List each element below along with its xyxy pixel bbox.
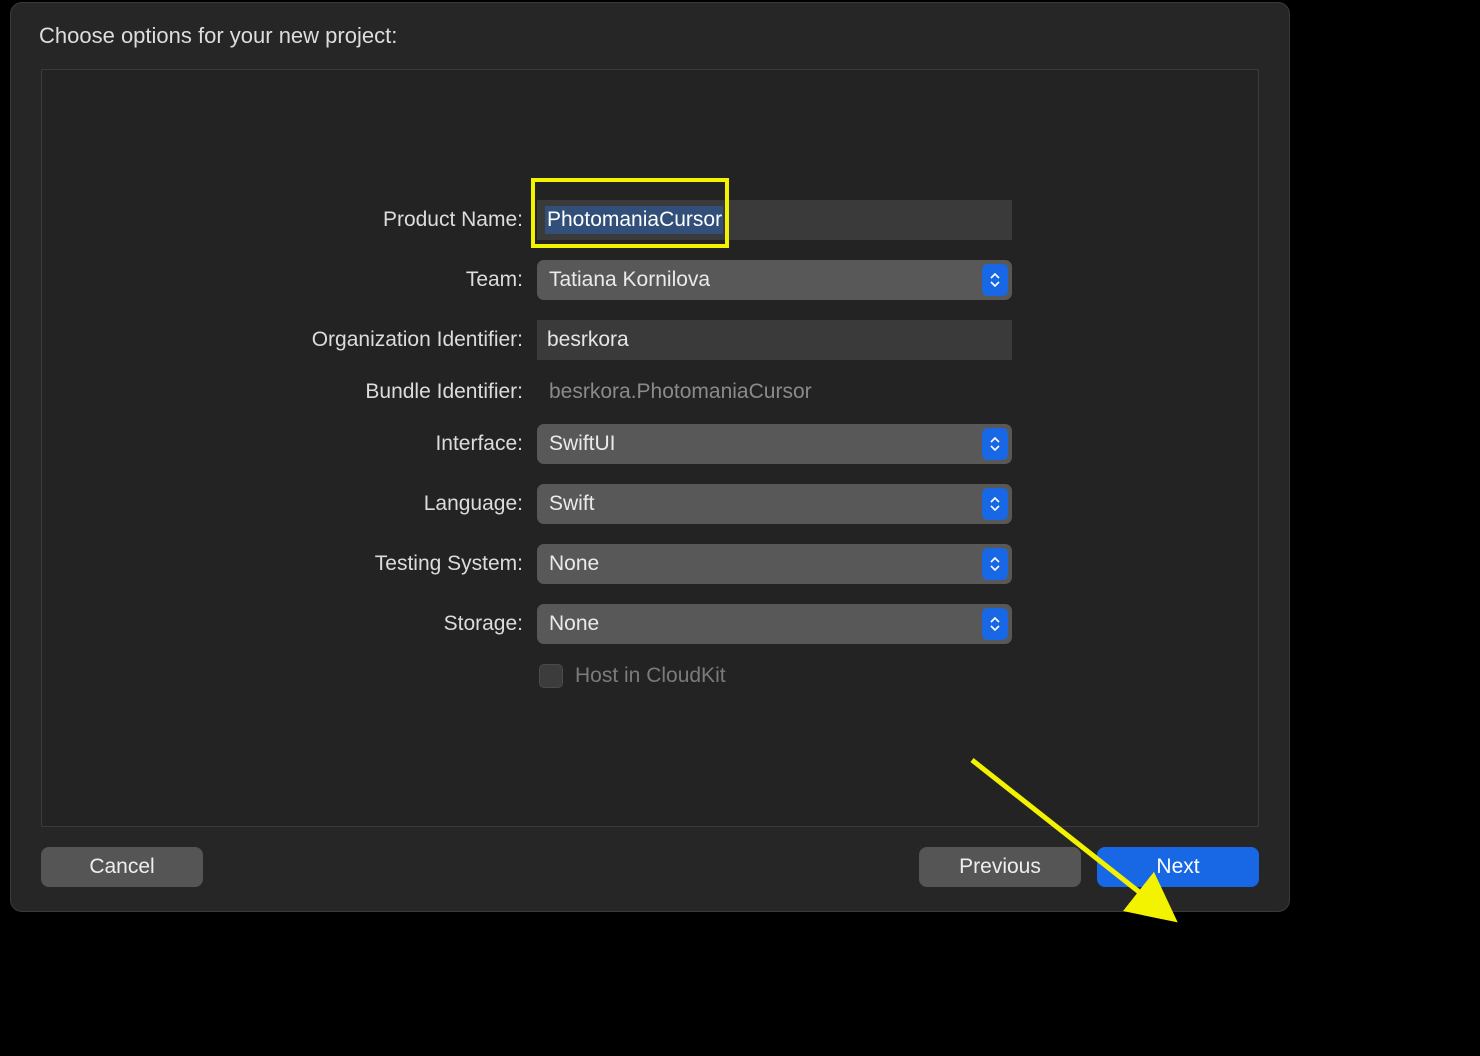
row-product-name: Product Name: — [42, 200, 1258, 240]
updown-arrows-icon — [982, 548, 1008, 580]
org-id-field-wrap — [537, 320, 1012, 360]
testing-value: None — [549, 552, 599, 576]
language-value: Swift — [549, 492, 595, 516]
previous-button[interactable]: Previous — [919, 847, 1081, 887]
bundle-id-value: besrkora.PhotomaniaCursor — [537, 380, 812, 404]
row-org-id: Organization Identifier: — [42, 320, 1258, 360]
dialog-title: Choose options for your new project: — [11, 3, 1289, 59]
row-testing: Testing System: None — [42, 544, 1258, 584]
storage-label: Storage: — [42, 612, 537, 636]
updown-arrows-icon — [982, 428, 1008, 460]
interface-value: SwiftUI — [549, 432, 616, 456]
testing-label: Testing System: — [42, 552, 537, 576]
cancel-button[interactable]: Cancel — [41, 847, 203, 887]
org-id-input[interactable] — [537, 320, 1012, 360]
row-cloudkit: Host in CloudKit — [539, 664, 1258, 688]
updown-arrows-icon — [982, 264, 1008, 296]
form-panel: Product Name: Team: Tatiana Kornilova Or… — [41, 69, 1259, 827]
row-team: Team: Tatiana Kornilova — [42, 260, 1258, 300]
storage-value: None — [549, 612, 599, 636]
team-label: Team: — [42, 268, 537, 292]
row-interface: Interface: SwiftUI — [42, 424, 1258, 464]
bundle-id-label: Bundle Identifier: — [42, 380, 537, 404]
row-storage: Storage: None — [42, 604, 1258, 644]
updown-arrows-icon — [982, 488, 1008, 520]
row-bundle-id: Bundle Identifier: besrkora.PhotomaniaCu… — [42, 380, 1258, 404]
new-project-options-dialog: Choose options for your new project: Pro… — [10, 2, 1290, 912]
product-name-field-wrap — [537, 200, 1012, 240]
updown-arrows-icon — [982, 608, 1008, 640]
language-label: Language: — [42, 492, 537, 516]
org-id-label: Organization Identifier: — [42, 328, 537, 352]
next-button[interactable]: Next — [1097, 847, 1259, 887]
team-dropdown[interactable]: Tatiana Kornilova — [537, 260, 1012, 300]
team-value: Tatiana Kornilova — [549, 268, 710, 292]
storage-dropdown[interactable]: None — [537, 604, 1012, 644]
interface-dropdown[interactable]: SwiftUI — [537, 424, 1012, 464]
interface-label: Interface: — [42, 432, 537, 456]
cloudkit-checkbox[interactable] — [539, 664, 563, 688]
product-name-input[interactable] — [537, 200, 1012, 240]
product-name-label: Product Name: — [42, 208, 537, 232]
dialog-footer: Cancel Previous Next — [11, 827, 1289, 911]
cloudkit-label: Host in CloudKit — [575, 664, 726, 688]
testing-dropdown[interactable]: None — [537, 544, 1012, 584]
row-language: Language: Swift — [42, 484, 1258, 524]
language-dropdown[interactable]: Swift — [537, 484, 1012, 524]
